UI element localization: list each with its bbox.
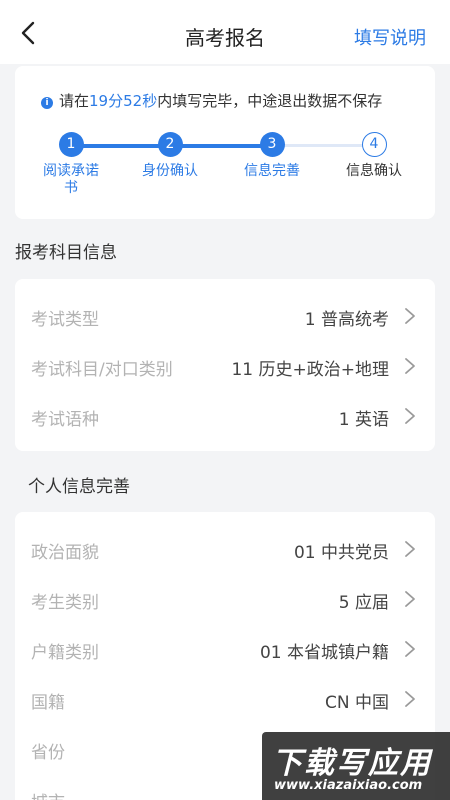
exam-type-label: 考试类型 bbox=[31, 310, 99, 330]
step-1-circle: 1 bbox=[58, 132, 84, 157]
household-type-value: 01 本省城镇户籍 bbox=[259, 643, 389, 663]
step-indicator: 1 阅读承诺书 2 身份确认 3 信息完善 4 信息确认 bbox=[15, 132, 435, 212]
city-label: 城市 bbox=[31, 788, 65, 800]
nationality-value: CN 中国 bbox=[325, 693, 389, 713]
countdown-notice: i 请在19分52秒内填写完毕，中途退出数据不保存 bbox=[41, 90, 382, 111]
exam-subject-row[interactable]: 考试科目/对口类别 11 历史+政治+地理 bbox=[15, 341, 435, 391]
nationality-row[interactable]: 国籍 CN 中国 bbox=[15, 674, 435, 724]
candidate-type-row[interactable]: 考生类别 5 应届 bbox=[15, 574, 435, 624]
exam-subject-value: 11 历史+政治+地理 bbox=[231, 360, 389, 380]
chevron-right-icon bbox=[403, 689, 417, 709]
notice-suffix: 内填写完毕，中途退出数据不保存 bbox=[157, 92, 383, 110]
exam-subject-label: 考试科目/对口类别 bbox=[31, 360, 173, 380]
exam-info-card: 考试类型 1 普高统考 考试科目/对口类别 11 历史+政治+地理 考试语种 1… bbox=[15, 279, 435, 451]
personal-section-title: 个人信息完善 bbox=[28, 477, 130, 497]
exam-type-value: 1 普高统考 bbox=[304, 310, 389, 330]
exam-type-row[interactable]: 考试类型 1 普高统考 bbox=[15, 291, 435, 341]
household-type-label: 户籍类别 bbox=[31, 643, 99, 663]
candidate-type-value: 5 应届 bbox=[338, 593, 389, 613]
political-status-row[interactable]: 政治面貌 01 中共党员 bbox=[15, 524, 435, 574]
info-icon: i bbox=[41, 97, 53, 109]
chevron-right-icon bbox=[403, 406, 417, 426]
step-3-label: 信息完善 bbox=[244, 163, 300, 179]
notice-prefix: 请在 bbox=[59, 92, 90, 110]
step-1: 1 阅读承诺书 bbox=[36, 132, 106, 197]
chevron-right-icon bbox=[403, 639, 417, 659]
exam-language-row[interactable]: 考试语种 1 英语 bbox=[15, 391, 435, 441]
step-2: 2 身份确认 bbox=[135, 132, 205, 180]
exam-section-title: 报考科目信息 bbox=[15, 243, 117, 263]
watermark-title: 下载写应用 bbox=[272, 746, 432, 781]
exam-language-label: 考试语种 bbox=[31, 410, 99, 430]
step-4: 4 信息确认 bbox=[339, 132, 409, 180]
political-status-label: 政治面貌 bbox=[31, 543, 99, 563]
countdown-time: 19分52秒 bbox=[89, 92, 158, 110]
step-1-label: 阅读承诺书 bbox=[43, 163, 99, 196]
step-2-label: 身份确认 bbox=[142, 163, 198, 179]
progress-card: i 请在19分52秒内填写完毕，中途退出数据不保存 1 阅读承诺书 2 身份确认 … bbox=[15, 66, 435, 219]
nationality-label: 国籍 bbox=[31, 693, 65, 713]
chevron-right-icon bbox=[403, 356, 417, 376]
step-2-circle: 2 bbox=[157, 132, 183, 157]
app-header: 高考报名 填写说明 bbox=[0, 0, 450, 64]
candidate-type-label: 考生类别 bbox=[31, 593, 99, 613]
step-4-circle: 4 bbox=[361, 132, 387, 157]
watermark-logo: 下载写应用 www.xiazaixiao.com bbox=[262, 732, 450, 800]
help-link[interactable]: 填写说明 bbox=[354, 24, 426, 50]
chevron-right-icon bbox=[403, 589, 417, 609]
chevron-right-icon bbox=[403, 539, 417, 559]
step-4-label: 信息确认 bbox=[346, 163, 402, 179]
step-3-circle: 3 bbox=[259, 132, 285, 157]
political-status-value: 01 中共党员 bbox=[293, 543, 389, 563]
household-type-row[interactable]: 户籍类别 01 本省城镇户籍 bbox=[15, 624, 435, 674]
step-3: 3 信息完善 bbox=[237, 132, 307, 180]
exam-language-value: 1 英语 bbox=[338, 410, 389, 430]
chevron-right-icon bbox=[403, 306, 417, 326]
watermark-url: www.xiazaixiao.com bbox=[274, 778, 423, 793]
province-label: 省份 bbox=[31, 743, 65, 763]
